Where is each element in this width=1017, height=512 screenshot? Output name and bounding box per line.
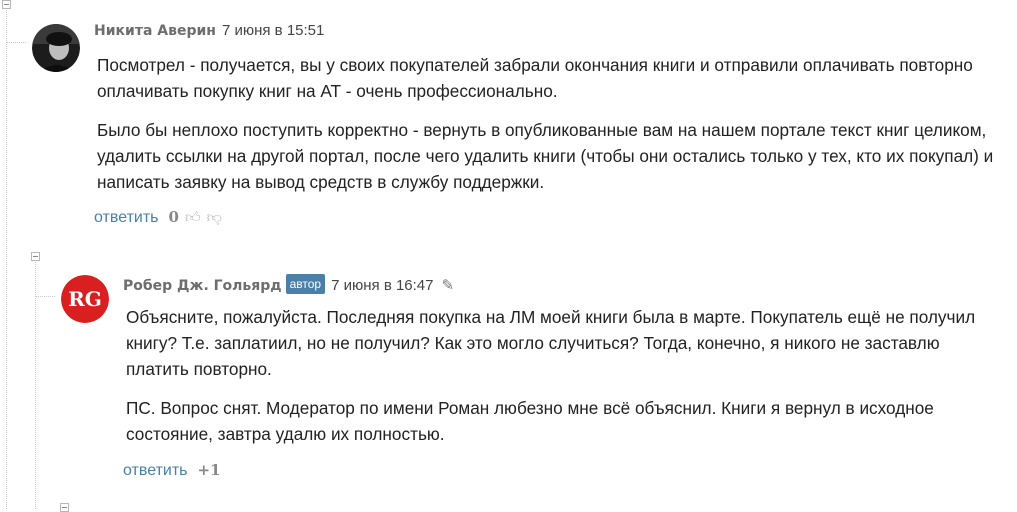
comment-date[interactable]: 7 июня в 16:47 xyxy=(331,277,433,294)
author-badge: автор xyxy=(285,274,326,294)
comment-score: 0 xyxy=(168,208,179,226)
thread-connector-reply xyxy=(35,296,55,297)
user-avatar-icon xyxy=(32,24,80,72)
thread-line xyxy=(6,10,7,509)
comment-paragraph: ПС. Вопрос снят. Модератор по имени Рома… xyxy=(126,398,934,444)
avatar[interactable] xyxy=(32,24,80,72)
author-name[interactable]: Никита Аверин xyxy=(94,23,216,39)
comment-body: Посмотрел - получается, вы у своих покуп… xyxy=(97,52,1002,208)
thumbs-up-icon[interactable]: 👍︎ xyxy=(185,209,201,227)
comment-actions: ответить +1 xyxy=(123,461,221,480)
reply-link[interactable]: ответить xyxy=(94,209,159,226)
comment-date[interactable]: 7 июня в 15:51 xyxy=(222,22,324,39)
thread-line-reply xyxy=(35,262,36,509)
comment-paragraph: Объясните, пожалуйста. Последняя покупка… xyxy=(126,307,976,379)
author-name[interactable]: Робер Дж. Гольярд xyxy=(123,278,282,294)
avatar-monogram: RG xyxy=(68,287,102,311)
comment-actions: ответить 0 👍︎ 👎︎ xyxy=(94,208,222,227)
comment-paragraph: Было бы неплохо поступить корректно - ве… xyxy=(97,120,994,192)
thumbs-down-icon[interactable]: 👎︎ xyxy=(207,209,222,227)
reply-link[interactable]: ответить xyxy=(123,462,188,479)
pencil-edit-icon[interactable]: ✎ xyxy=(442,276,455,294)
comment-header: Никита Аверин 7 июня в 15:51 xyxy=(94,22,324,39)
comment-paragraph: Посмотрел - получается, вы у своих покуп… xyxy=(97,55,973,101)
comment-body: Объясните, пожалуйста. Последняя покупка… xyxy=(126,304,1006,460)
collapse-toggle-reply[interactable] xyxy=(31,252,40,261)
avatar[interactable]: RG xyxy=(61,275,109,323)
collapse-toggle-next[interactable] xyxy=(60,503,69,512)
comment-header: Робер Дж. Гольярд автор 7 июня в 16:47 ✎ xyxy=(123,274,454,294)
thread-connector xyxy=(6,42,26,43)
monogram-avatar-icon: RG xyxy=(61,275,109,323)
comment-score: +1 xyxy=(197,461,221,479)
collapse-toggle-top[interactable] xyxy=(2,0,11,9)
